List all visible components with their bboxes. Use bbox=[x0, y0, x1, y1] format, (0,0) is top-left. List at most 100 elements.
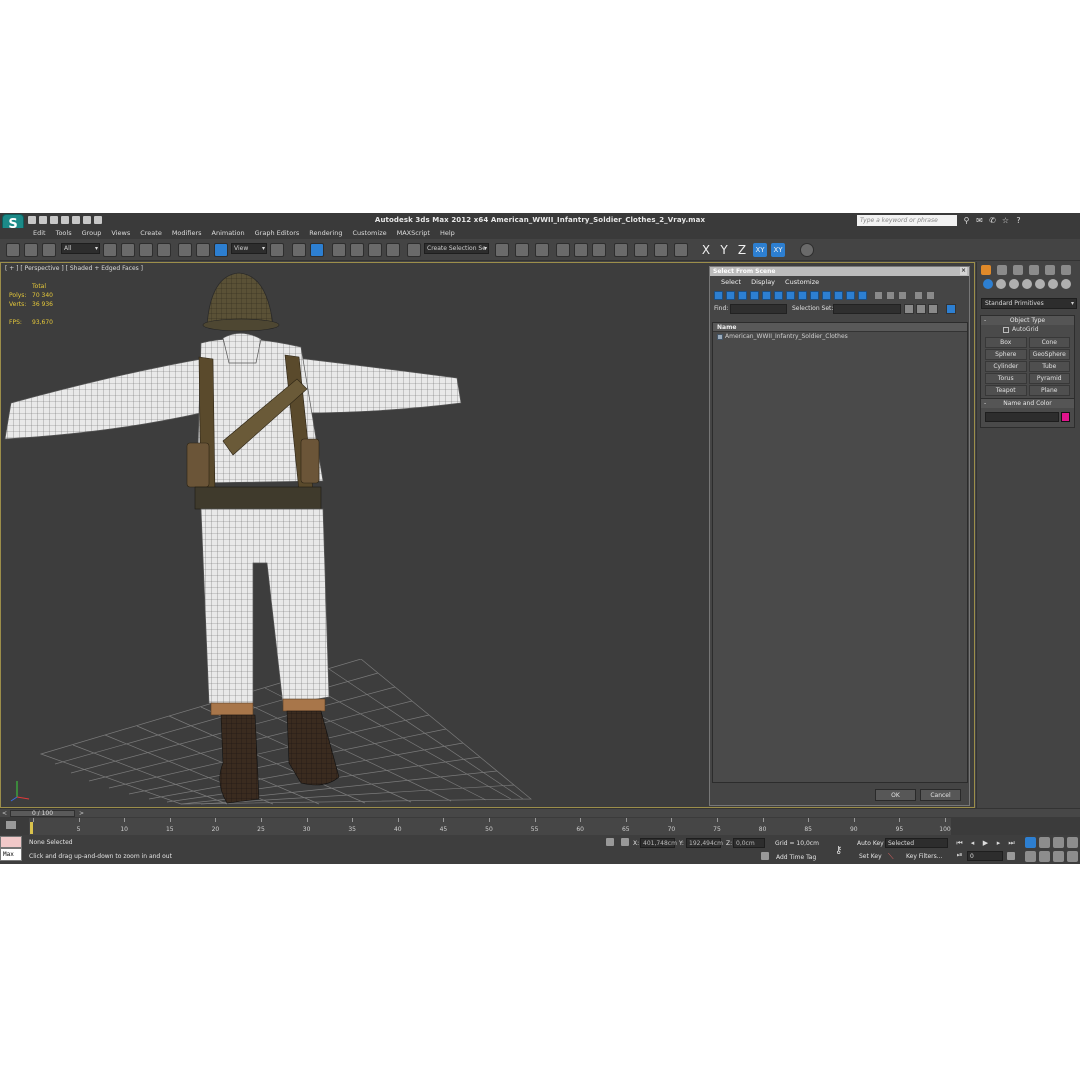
menu-customize[interactable]: Customize bbox=[347, 228, 391, 239]
checkbox-icon[interactable] bbox=[1003, 327, 1009, 333]
menu-rendering[interactable]: Rendering bbox=[304, 228, 347, 239]
link-icon[interactable] bbox=[6, 243, 20, 257]
subscription-icon[interactable]: ✉ bbox=[975, 216, 984, 225]
display-lights-icon[interactable] bbox=[738, 291, 747, 300]
help-icon[interactable]: ? bbox=[1014, 216, 1023, 225]
geosphere-button[interactable]: GeoSphere bbox=[1028, 349, 1070, 360]
menu-animation[interactable]: Animation bbox=[207, 228, 250, 239]
geometry-category-icon[interactable] bbox=[983, 279, 993, 289]
track-bar-ruler[interactable]: 5 10 15 20 25 30 35 40 45 50 55 60 65 70 75 80 85 90 95 100 bbox=[29, 818, 951, 835]
z-coordinate-input[interactable]: 0,0cm bbox=[733, 838, 765, 848]
selection-set-dropdown[interactable] bbox=[833, 304, 901, 314]
lights-category-icon[interactable] bbox=[1009, 279, 1019, 289]
time-configuration-icon[interactable] bbox=[1007, 852, 1015, 860]
maxscript-output[interactable] bbox=[0, 836, 22, 848]
snaps-toggle-icon[interactable] bbox=[332, 243, 346, 257]
graphite-ribbon-icon[interactable] bbox=[556, 243, 570, 257]
shapes-category-icon[interactable] bbox=[996, 279, 1006, 289]
pyramid-button[interactable]: Pyramid bbox=[1028, 373, 1070, 384]
render-setup-icon[interactable] bbox=[634, 243, 648, 257]
layer-manager-icon[interactable] bbox=[535, 243, 549, 257]
dialog-menu-customize[interactable]: Customize bbox=[780, 276, 824, 287]
list-item[interactable]: American_WWII_Infantry_Soldier_Clothes bbox=[713, 332, 967, 342]
primitive-category-dropdown[interactable]: Standard Primitives bbox=[981, 298, 1077, 309]
selection-set-add-icon[interactable] bbox=[916, 304, 926, 314]
axis-z-button[interactable]: Z bbox=[735, 243, 749, 257]
maxscript-input[interactable]: Max bbox=[0, 848, 22, 861]
pivot-center-icon[interactable] bbox=[270, 243, 284, 257]
filter-options-icon[interactable] bbox=[926, 291, 935, 300]
y-coordinate-input[interactable]: 192,494cm bbox=[686, 838, 723, 848]
systems-category-icon[interactable] bbox=[1061, 279, 1071, 289]
sphere-button[interactable]: Sphere bbox=[985, 349, 1027, 360]
communication-icon[interactable]: ✆ bbox=[988, 216, 997, 225]
align-icon[interactable] bbox=[515, 243, 529, 257]
autogrid-checkbox[interactable]: AutoGrid bbox=[981, 325, 1074, 335]
zoom-extents-all-icon[interactable] bbox=[1067, 837, 1078, 848]
display-hidden-icon[interactable] bbox=[846, 291, 855, 300]
name-column-header[interactable]: Name bbox=[713, 323, 967, 332]
menu-create[interactable]: Create bbox=[135, 228, 167, 239]
ok-button[interactable]: OK bbox=[875, 789, 916, 801]
display-xrefs-icon[interactable] bbox=[798, 291, 807, 300]
soldier-clothes-model[interactable] bbox=[1, 263, 471, 808]
auto-key-button[interactable]: Auto Key bbox=[857, 840, 884, 847]
frame-counter[interactable]: 0 / 100 bbox=[10, 810, 75, 817]
space-warps-category-icon[interactable] bbox=[1048, 279, 1058, 289]
spinner-snap-icon[interactable] bbox=[386, 243, 400, 257]
axis-xy-button[interactable]: XY bbox=[753, 243, 767, 257]
key-mode-toggle-icon[interactable]: ⏯ bbox=[954, 850, 965, 860]
close-icon[interactable]: × bbox=[960, 267, 967, 275]
modify-tab-icon[interactable] bbox=[997, 265, 1007, 275]
unlink-icon[interactable] bbox=[24, 243, 38, 257]
lock-selection-icon[interactable] bbox=[606, 838, 614, 846]
set-key-button[interactable]: Set Key bbox=[859, 853, 882, 860]
percent-snap-icon[interactable] bbox=[368, 243, 382, 257]
display-space-warps-icon[interactable] bbox=[774, 291, 783, 300]
mirror-icon[interactable] bbox=[495, 243, 509, 257]
add-time-tag[interactable]: Add Time Tag bbox=[776, 854, 816, 861]
cancel-button[interactable]: Cancel bbox=[920, 789, 961, 801]
key-mode-dropdown[interactable]: Selected bbox=[885, 838, 948, 848]
menu-group[interactable]: Group bbox=[77, 228, 107, 239]
menu-maxscript[interactable]: MAXScript bbox=[392, 228, 435, 239]
hierarchy-tab-icon[interactable] bbox=[1013, 265, 1023, 275]
transform-mode-icon[interactable] bbox=[621, 838, 629, 846]
move-icon[interactable] bbox=[178, 243, 192, 257]
create-tab-icon[interactable] bbox=[981, 265, 991, 275]
x-coordinate-input[interactable]: 401,748cm bbox=[640, 838, 677, 848]
binoculars-icon[interactable]: ⚲ bbox=[962, 216, 971, 225]
find-input[interactable] bbox=[730, 304, 787, 314]
select-by-name-icon[interactable] bbox=[121, 243, 135, 257]
display-tab-icon[interactable] bbox=[1045, 265, 1055, 275]
window-crossing-icon[interactable] bbox=[157, 243, 171, 257]
object-name-input[interactable] bbox=[985, 412, 1059, 422]
go-to-start-icon[interactable]: ⏮ bbox=[954, 838, 965, 848]
pan-view-icon[interactable] bbox=[1039, 851, 1050, 862]
zoom-icon[interactable] bbox=[1025, 837, 1036, 848]
cone-button[interactable]: Cone bbox=[1028, 337, 1070, 348]
display-helpers-icon[interactable] bbox=[762, 291, 771, 300]
name-and-color-header[interactable]: Name and Color bbox=[981, 399, 1074, 408]
menu-modifiers[interactable]: Modifiers bbox=[167, 228, 207, 239]
curve-editor-icon[interactable] bbox=[574, 243, 588, 257]
display-bones-icon[interactable] bbox=[810, 291, 819, 300]
rendered-frame-window-icon[interactable] bbox=[654, 243, 668, 257]
tube-button[interactable]: Tube bbox=[1028, 361, 1070, 372]
filter-icon[interactable] bbox=[914, 291, 923, 300]
dialog-menu-select[interactable]: Select bbox=[716, 276, 746, 287]
menu-help[interactable]: Help bbox=[435, 228, 460, 239]
motion-tab-icon[interactable] bbox=[1029, 265, 1039, 275]
current-frame-input[interactable]: 0 bbox=[967, 851, 1003, 861]
angle-snap-icon[interactable] bbox=[350, 243, 364, 257]
favorites-star-icon[interactable]: ☆ bbox=[1001, 216, 1010, 225]
search-input[interactable]: Type a keyword or phrase bbox=[857, 215, 957, 226]
key-filters-button[interactable]: Key Filters... bbox=[906, 853, 943, 860]
mini-curve-editor-icon[interactable] bbox=[6, 821, 16, 829]
time-cursor[interactable] bbox=[30, 822, 33, 834]
go-to-end-icon[interactable]: ⏭ bbox=[1006, 838, 1017, 848]
set-key-icon[interactable]: ⚷ bbox=[835, 845, 842, 856]
cylinder-button[interactable]: Cylinder bbox=[985, 361, 1027, 372]
select-invert-icon[interactable] bbox=[898, 291, 907, 300]
selection-set-remove-icon[interactable] bbox=[928, 304, 938, 314]
